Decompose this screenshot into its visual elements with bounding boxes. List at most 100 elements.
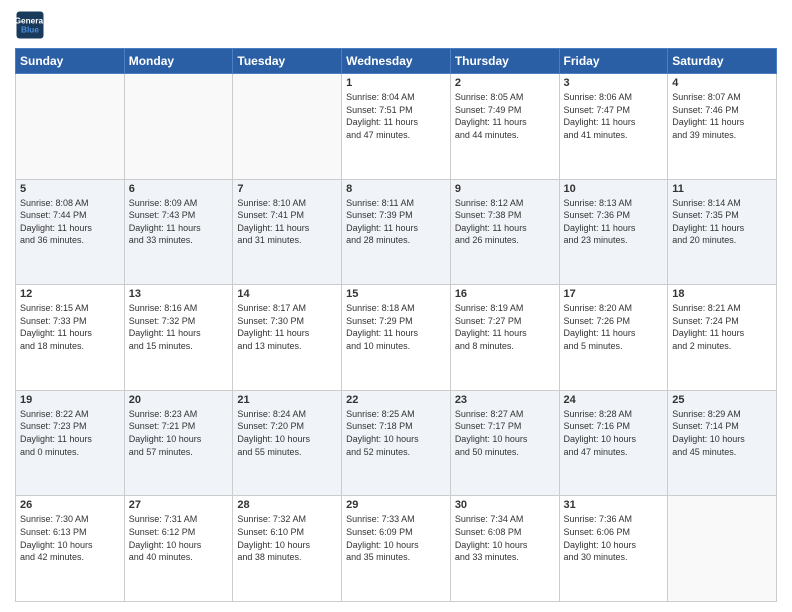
day-info: Sunrise: 7:30 AM Sunset: 6:13 PM Dayligh… bbox=[20, 513, 120, 563]
calendar-cell: 19Sunrise: 8:22 AM Sunset: 7:23 PM Dayli… bbox=[16, 390, 125, 496]
day-info: Sunrise: 8:29 AM Sunset: 7:14 PM Dayligh… bbox=[672, 408, 772, 458]
day-info: Sunrise: 7:31 AM Sunset: 6:12 PM Dayligh… bbox=[129, 513, 229, 563]
header: General Blue bbox=[15, 10, 777, 40]
calendar-header-tuesday: Tuesday bbox=[233, 49, 342, 74]
calendar-header-sunday: Sunday bbox=[16, 49, 125, 74]
day-info: Sunrise: 7:32 AM Sunset: 6:10 PM Dayligh… bbox=[237, 513, 337, 563]
day-info: Sunrise: 8:20 AM Sunset: 7:26 PM Dayligh… bbox=[564, 302, 664, 352]
calendar-cell: 20Sunrise: 8:23 AM Sunset: 7:21 PM Dayli… bbox=[124, 390, 233, 496]
day-number: 27 bbox=[129, 499, 229, 511]
page: General Blue SundayMondayTuesdayWednesda… bbox=[0, 0, 792, 612]
day-number: 8 bbox=[346, 183, 446, 195]
day-info: Sunrise: 8:16 AM Sunset: 7:32 PM Dayligh… bbox=[129, 302, 229, 352]
day-number: 2 bbox=[455, 77, 555, 89]
day-info: Sunrise: 8:19 AM Sunset: 7:27 PM Dayligh… bbox=[455, 302, 555, 352]
day-info: Sunrise: 8:13 AM Sunset: 7:36 PM Dayligh… bbox=[564, 197, 664, 247]
calendar-cell: 24 Sunrise: 8:28 AM Sunset: 7:16 PM Dayli… bbox=[559, 390, 668, 496]
day-number: 25 bbox=[672, 394, 772, 406]
day-info: Sunrise: 8:10 AM Sunset: 7:41 PM Dayligh… bbox=[237, 197, 337, 247]
calendar-cell: 16 Sunrise: 8:19 AM Sunset: 7:27 PM Dayli… bbox=[450, 285, 559, 391]
day-info: Sunrise: 8:14 AM Sunset: 7:35 PM Dayligh… bbox=[672, 197, 772, 247]
day-number: 15 bbox=[346, 288, 446, 300]
calendar-cell: 30 Sunrise: 7:34 AM Sunset: 6:08 PM Dayli… bbox=[450, 496, 559, 602]
calendar-cell: 11 Sunrise: 8:14 AM Sunset: 7:35 PM Dayli… bbox=[668, 179, 777, 285]
svg-text:General: General bbox=[15, 17, 45, 26]
day-number: 31 bbox=[564, 499, 664, 511]
day-info: Sunrise: 8:04 AM Sunset: 7:51 PM Dayligh… bbox=[346, 91, 446, 141]
calendar-table: SundayMondayTuesdayWednesdayThursdayFrid… bbox=[15, 48, 777, 602]
calendar-cell: 10 Sunrise: 8:13 AM Sunset: 7:36 PM Dayli… bbox=[559, 179, 668, 285]
day-info: Sunrise: 8:27 AM Sunset: 7:17 PM Dayligh… bbox=[455, 408, 555, 458]
day-number: 5 bbox=[20, 183, 120, 195]
day-number: 1 bbox=[346, 77, 446, 89]
day-info: Sunrise: 8:24 AM Sunset: 7:20 PM Dayligh… bbox=[237, 408, 337, 458]
calendar-cell bbox=[124, 74, 233, 180]
calendar-header-row: SundayMondayTuesdayWednesdayThursdayFrid… bbox=[16, 49, 777, 74]
calendar-cell: 9Sunrise: 8:12 AM Sunset: 7:38 PM Daylig… bbox=[450, 179, 559, 285]
day-info: Sunrise: 7:33 AM Sunset: 6:09 PM Dayligh… bbox=[346, 513, 446, 563]
day-number: 11 bbox=[672, 183, 772, 195]
calendar-cell: 29 Sunrise: 7:33 AM Sunset: 6:09 PM Dayli… bbox=[342, 496, 451, 602]
calendar-cell: 23 Sunrise: 8:27 AM Sunset: 7:17 PM Dayli… bbox=[450, 390, 559, 496]
day-number: 14 bbox=[237, 288, 337, 300]
day-number: 10 bbox=[564, 183, 664, 195]
day-info: Sunrise: 8:21 AM Sunset: 7:24 PM Dayligh… bbox=[672, 302, 772, 352]
day-info: Sunrise: 8:28 AM Sunset: 7:16 PM Dayligh… bbox=[564, 408, 664, 458]
day-number: 26 bbox=[20, 499, 120, 511]
calendar-week-row: 12 Sunrise: 8:15 AM Sunset: 7:33 PM Dayli… bbox=[16, 285, 777, 391]
calendar-week-row: 26 Sunrise: 7:30 AM Sunset: 6:13 PM Dayli… bbox=[16, 496, 777, 602]
calendar-cell: 13 Sunrise: 8:16 AM Sunset: 7:32 PM Dayli… bbox=[124, 285, 233, 391]
day-number: 28 bbox=[237, 499, 337, 511]
day-info: Sunrise: 7:36 AM Sunset: 6:06 PM Dayligh… bbox=[564, 513, 664, 563]
day-number: 30 bbox=[455, 499, 555, 511]
day-number: 24 bbox=[564, 394, 664, 406]
calendar-header-thursday: Thursday bbox=[450, 49, 559, 74]
calendar-cell: 31 Sunrise: 7:36 AM Sunset: 6:06 PM Dayli… bbox=[559, 496, 668, 602]
day-info: Sunrise: 8:23 AM Sunset: 7:21 PM Dayligh… bbox=[129, 408, 229, 458]
logo-icon: General Blue bbox=[15, 10, 45, 40]
day-info: Sunrise: 8:22 AM Sunset: 7:23 PM Dayligh… bbox=[20, 408, 120, 458]
day-number: 16 bbox=[455, 288, 555, 300]
calendar-cell: 21 Sunrise: 8:24 AM Sunset: 7:20 PM Dayli… bbox=[233, 390, 342, 496]
calendar-header-friday: Friday bbox=[559, 49, 668, 74]
day-number: 23 bbox=[455, 394, 555, 406]
day-info: Sunrise: 8:05 AM Sunset: 7:49 PM Dayligh… bbox=[455, 91, 555, 141]
day-number: 3 bbox=[564, 77, 664, 89]
calendar-cell: 15Sunrise: 8:18 AM Sunset: 7:29 PM Dayli… bbox=[342, 285, 451, 391]
calendar-header-saturday: Saturday bbox=[668, 49, 777, 74]
calendar-cell: 8 Sunrise: 8:11 AM Sunset: 7:39 PM Daylig… bbox=[342, 179, 451, 285]
day-number: 29 bbox=[346, 499, 446, 511]
calendar-cell: 5Sunrise: 8:08 AM Sunset: 7:44 PM Daylig… bbox=[16, 179, 125, 285]
calendar-week-row: 19Sunrise: 8:22 AM Sunset: 7:23 PM Dayli… bbox=[16, 390, 777, 496]
day-number: 21 bbox=[237, 394, 337, 406]
day-number: 6 bbox=[129, 183, 229, 195]
calendar-cell bbox=[16, 74, 125, 180]
calendar-cell: 27 Sunrise: 7:31 AM Sunset: 6:12 PM Dayli… bbox=[124, 496, 233, 602]
day-info: Sunrise: 8:09 AM Sunset: 7:43 PM Dayligh… bbox=[129, 197, 229, 247]
calendar-cell: 7 Sunrise: 8:10 AM Sunset: 7:41 PM Daylig… bbox=[233, 179, 342, 285]
day-info: Sunrise: 8:06 AM Sunset: 7:47 PM Dayligh… bbox=[564, 91, 664, 141]
calendar-cell bbox=[233, 74, 342, 180]
logo: General Blue bbox=[15, 10, 49, 40]
day-info: Sunrise: 8:25 AM Sunset: 7:18 PM Dayligh… bbox=[346, 408, 446, 458]
day-info: Sunrise: 8:17 AM Sunset: 7:30 PM Dayligh… bbox=[237, 302, 337, 352]
day-number: 12 bbox=[20, 288, 120, 300]
calendar-week-row: 5Sunrise: 8:08 AM Sunset: 7:44 PM Daylig… bbox=[16, 179, 777, 285]
day-info: Sunrise: 8:15 AM Sunset: 7:33 PM Dayligh… bbox=[20, 302, 120, 352]
calendar-cell bbox=[668, 496, 777, 602]
day-number: 13 bbox=[129, 288, 229, 300]
day-number: 4 bbox=[672, 77, 772, 89]
calendar-header-monday: Monday bbox=[124, 49, 233, 74]
calendar-cell: 18Sunrise: 8:21 AM Sunset: 7:24 PM Dayli… bbox=[668, 285, 777, 391]
calendar-cell: 22Sunrise: 8:25 AM Sunset: 7:18 PM Dayli… bbox=[342, 390, 451, 496]
calendar-cell: 12 Sunrise: 8:15 AM Sunset: 7:33 PM Dayli… bbox=[16, 285, 125, 391]
day-number: 7 bbox=[237, 183, 337, 195]
day-info: Sunrise: 8:07 AM Sunset: 7:46 PM Dayligh… bbox=[672, 91, 772, 141]
calendar-cell: 28 Sunrise: 7:32 AM Sunset: 6:10 PM Dayli… bbox=[233, 496, 342, 602]
calendar-header-wednesday: Wednesday bbox=[342, 49, 451, 74]
day-info: Sunrise: 7:34 AM Sunset: 6:08 PM Dayligh… bbox=[455, 513, 555, 563]
day-info: Sunrise: 8:11 AM Sunset: 7:39 PM Dayligh… bbox=[346, 197, 446, 247]
calendar-cell: 6 Sunrise: 8:09 AM Sunset: 7:43 PM Daylig… bbox=[124, 179, 233, 285]
day-number: 17 bbox=[564, 288, 664, 300]
calendar-cell: 4 Sunrise: 8:07 AM Sunset: 7:46 PM Daylig… bbox=[668, 74, 777, 180]
